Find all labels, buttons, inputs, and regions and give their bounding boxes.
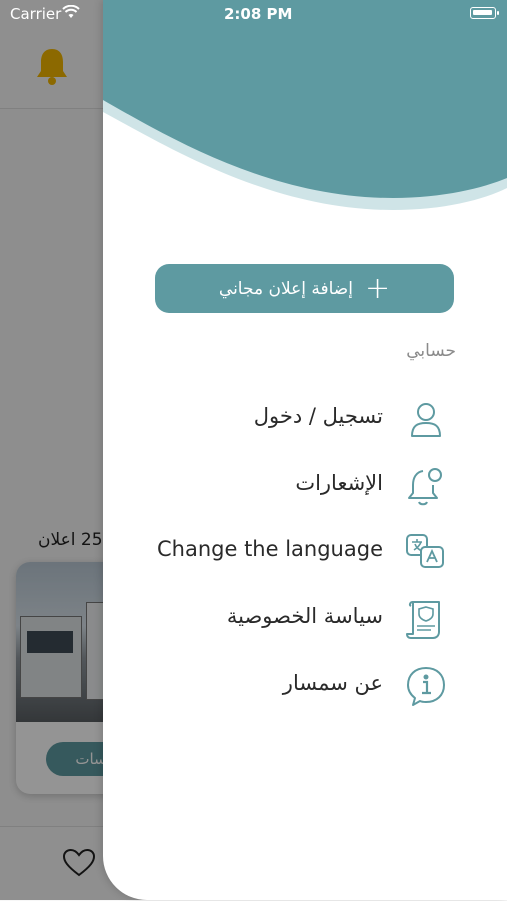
menu-item-notifications[interactable]: الإشعارات xyxy=(103,461,507,511)
add-free-ad-button[interactable]: + إضافة إعلان مجاني xyxy=(155,264,454,313)
plus-icon: + xyxy=(364,270,391,306)
language-icon xyxy=(406,534,444,568)
menu-item-language[interactable]: Change the language xyxy=(103,527,507,577)
clock: 2:08 PM xyxy=(224,5,293,23)
menu-item-label: الإشعارات xyxy=(295,471,383,495)
battery-icon xyxy=(470,7,499,19)
status-bar: Carrier 2:08 PM xyxy=(0,0,507,28)
user-icon xyxy=(411,403,441,437)
menu-item-label: سياسة الخصوصية xyxy=(226,604,383,628)
bell-icon xyxy=(408,468,442,506)
info-icon xyxy=(407,667,445,706)
menu-item-label: عن سمسار xyxy=(282,671,383,695)
document-shield-icon xyxy=(406,601,440,639)
menu-item-privacy-policy[interactable]: سياسة الخصوصية xyxy=(103,594,507,644)
carrier-label: Carrier xyxy=(10,5,62,23)
wifi-icon xyxy=(62,5,80,18)
add-ad-label: إضافة إعلان مجاني xyxy=(218,278,353,299)
menu-item-label: تسجيل / دخول xyxy=(253,404,383,428)
menu-item-label: Change the language xyxy=(157,537,383,561)
menu-item-about[interactable]: عن سمسار xyxy=(103,661,507,711)
header-wave-shape xyxy=(103,0,507,210)
menu-item-login[interactable]: تسجيل / دخول xyxy=(103,394,507,444)
section-label-my-account: حسابي xyxy=(406,341,456,361)
side-drawer: + إضافة إعلان مجاني حسابي تسجيل / دخول ا… xyxy=(103,0,507,900)
